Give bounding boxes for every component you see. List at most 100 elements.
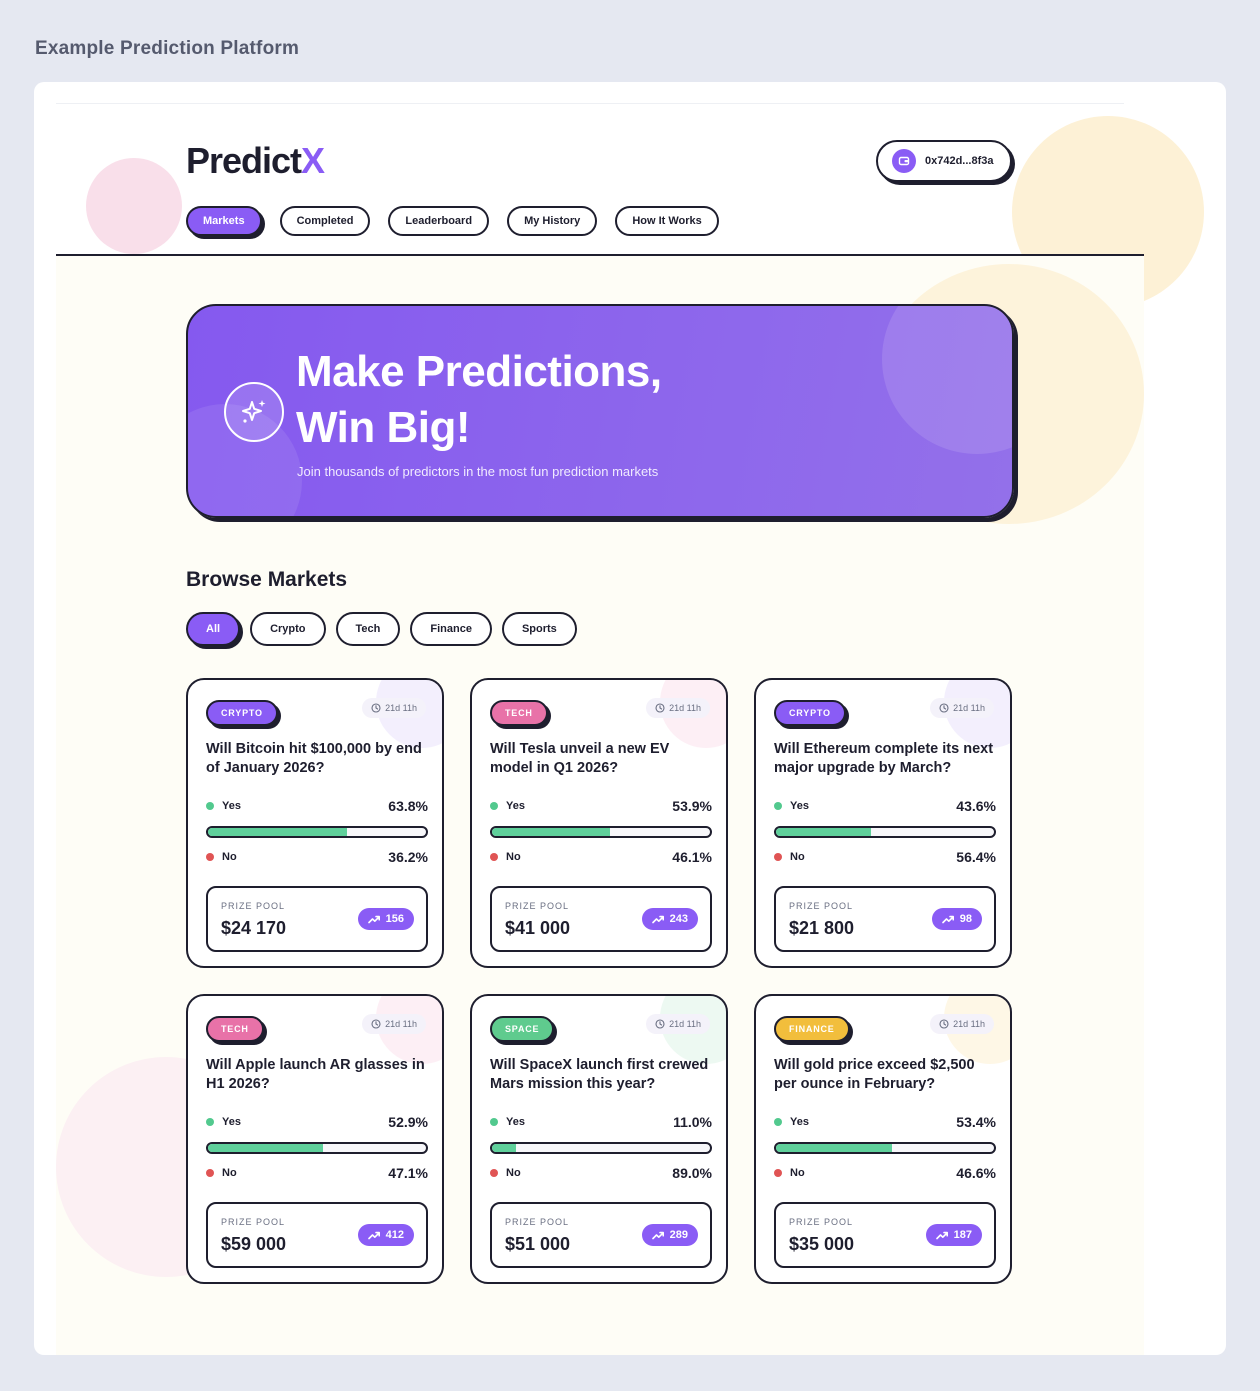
market-card[interactable]: SPACE 21d 11h Will SpaceX launch first c…	[470, 994, 728, 1284]
no-label: No	[774, 1167, 805, 1179]
nav-tab-leaderboard[interactable]: Leaderboard	[388, 206, 490, 236]
wallet-button[interactable]: 0x742d...8f3a	[876, 140, 1012, 182]
category-badge: TECH	[490, 700, 548, 726]
market-question: Will Bitcoin hit $100,000 by end of Janu…	[206, 741, 422, 776]
prize-pool-value: $51 000	[505, 1234, 571, 1254]
yes-label-text: Yes	[506, 800, 525, 812]
odds-bar-fill	[492, 1144, 516, 1152]
yes-option[interactable]: Yes 52.9%	[206, 1114, 428, 1130]
market-card[interactable]: TECH 21d 11h Will Tesla unveil a new EV …	[470, 678, 728, 968]
filter-tech[interactable]: Tech	[335, 612, 401, 646]
category-badge: SPACE	[490, 1016, 555, 1042]
odds-bar	[206, 826, 428, 838]
participants-count: 187	[953, 1229, 972, 1241]
page-caption: Example Prediction Platform	[35, 38, 300, 59]
market-question: Will SpaceX launch first crewed Mars mis…	[490, 1057, 709, 1092]
prize-pool: PRIZE POOL $51 000 289	[490, 1202, 712, 1268]
market-card[interactable]: FINANCE 21d 11h Will gold price exceed $…	[754, 994, 1012, 1284]
yes-label-text: Yes	[222, 800, 241, 812]
yes-option[interactable]: Yes 63.8%	[206, 798, 428, 814]
prize-pool-label: PRIZE POOL	[505, 901, 570, 911]
timer-text: 21d 11h	[385, 1019, 417, 1029]
no-dot-icon	[206, 853, 214, 861]
yes-option[interactable]: Yes 11.0%	[490, 1114, 712, 1130]
yes-label: Yes	[206, 1116, 241, 1128]
nav-tab-my-history[interactable]: My History	[507, 206, 598, 236]
nav-tab-how-it-works[interactable]: How It Works	[615, 206, 719, 236]
nav-tab-markets[interactable]: Markets	[186, 206, 262, 236]
yes-dot-icon	[774, 1118, 782, 1126]
no-label: No	[490, 851, 521, 863]
yes-option[interactable]: Yes 43.6%	[774, 798, 996, 814]
filter-all[interactable]: All	[186, 612, 241, 646]
category-badge: CRYPTO	[206, 700, 278, 726]
market-card[interactable]: CRYPTO 21d 11h Will Bitcoin hit $100,000…	[186, 678, 444, 968]
filter-sports[interactable]: Sports	[501, 612, 577, 646]
odds-bar-fill	[776, 828, 872, 836]
market-card[interactable]: TECH 21d 11h Will Apple launch AR glasse…	[186, 994, 444, 1284]
yes-dot-icon	[206, 1118, 214, 1126]
category-badge: CRYPTO	[774, 700, 846, 726]
hero-title-line-1: Make Predictions,	[296, 347, 662, 396]
yes-dot-icon	[490, 1118, 498, 1126]
filter-finance[interactable]: Finance	[410, 612, 492, 646]
participants-badge: 98	[931, 908, 982, 930]
participants-count: 156	[385, 913, 404, 925]
yes-percentage: 43.6%	[956, 798, 996, 814]
time-remaining: 21d 11h	[646, 1014, 710, 1034]
no-label-text: No	[790, 851, 805, 863]
no-label: No	[774, 851, 805, 863]
time-remaining: 21d 11h	[930, 1014, 994, 1034]
market-card[interactable]: CRYPTO 21d 11h Will Ethereum complete it…	[754, 678, 1012, 968]
prize-pool-label: PRIZE POOL	[221, 1217, 286, 1227]
no-dot-icon	[206, 1169, 214, 1177]
no-percentage: 56.4%	[956, 849, 996, 865]
filter-crypto[interactable]: Crypto	[250, 612, 326, 646]
no-label-text: No	[222, 851, 237, 863]
trending-up-icon	[935, 1231, 948, 1239]
prize-pool-value: $24 170	[221, 918, 287, 938]
participants-badge: 243	[641, 908, 698, 930]
category-filters: All Crypto Tech Finance Sports	[186, 612, 577, 646]
no-label: No	[490, 1167, 521, 1179]
trending-up-icon	[367, 1231, 380, 1239]
time-remaining: 21d 11h	[362, 1014, 426, 1034]
odds-bar-fill	[492, 828, 610, 836]
yes-label: Yes	[774, 800, 809, 812]
time-remaining: 21d 11h	[362, 698, 426, 718]
odds-bar	[774, 1142, 996, 1154]
clock-icon	[939, 1019, 949, 1029]
participants-badge: 156	[357, 908, 414, 930]
yes-option[interactable]: Yes 53.4%	[774, 1114, 996, 1130]
no-option[interactable]: No 46.1%	[490, 849, 712, 865]
yes-label-text: Yes	[790, 800, 809, 812]
yes-percentage: 11.0%	[673, 1114, 712, 1130]
yes-dot-icon	[774, 802, 782, 810]
trending-up-icon	[367, 915, 380, 923]
prize-pool-label: PRIZE POOL	[505, 1217, 570, 1227]
market-question: Will Tesla unveil a new EV model in Q1 2…	[490, 741, 670, 776]
market-grid: CRYPTO 21d 11h Will Bitcoin hit $100,000…	[186, 678, 1012, 1284]
no-option[interactable]: No 47.1%	[206, 1165, 428, 1181]
no-label-text: No	[506, 851, 521, 863]
no-label: No	[206, 851, 237, 863]
decor-circle-pink	[86, 158, 182, 254]
no-dot-icon	[774, 1169, 782, 1177]
no-option[interactable]: No 46.6%	[774, 1165, 996, 1181]
nav-tab-completed[interactable]: Completed	[279, 206, 371, 236]
no-option[interactable]: No 56.4%	[774, 849, 996, 865]
market-question: Will Ethereum complete its next major up…	[774, 741, 994, 776]
logo[interactable]: PredictX	[186, 140, 325, 182]
yes-dot-icon	[206, 802, 214, 810]
yes-option[interactable]: Yes 53.9%	[490, 798, 712, 814]
hero-decor-circle	[882, 306, 1012, 454]
trending-up-icon	[651, 915, 664, 923]
yes-percentage: 52.9%	[388, 1114, 428, 1130]
no-option[interactable]: No 36.2%	[206, 849, 428, 865]
no-dot-icon	[490, 853, 498, 861]
odds-bar-fill	[776, 1144, 893, 1152]
no-option[interactable]: No 89.0%	[490, 1165, 712, 1181]
header-divider	[56, 254, 1144, 256]
prize-pool-value: $41 000	[505, 918, 571, 938]
odds-bar-fill	[208, 828, 348, 836]
